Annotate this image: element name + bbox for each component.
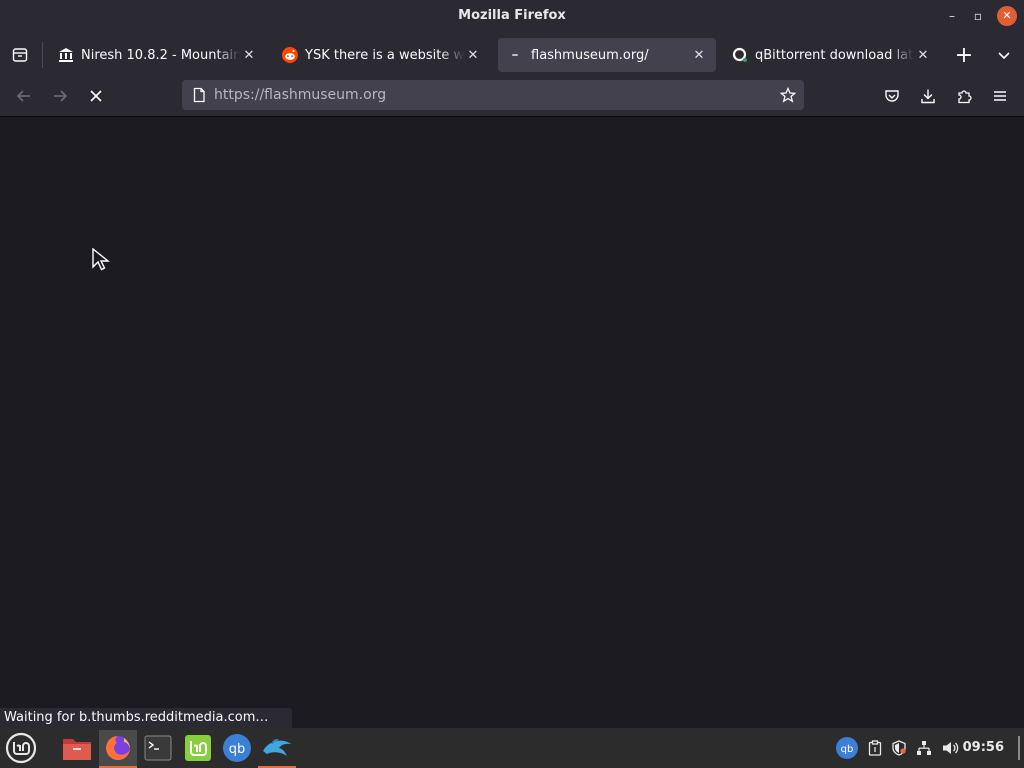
stop-loading-button[interactable] — [82, 82, 110, 110]
puzzle-piece-icon — [958, 90, 972, 104]
page-content[interactable] — [0, 117, 1024, 728]
tab-close-button[interactable]: ✕ — [240, 48, 258, 63]
tab-flashmuseum[interactable]: flashmuseum.org/ ✕ — [498, 38, 716, 72]
url-input[interactable] — [214, 80, 764, 110]
app-menu-button[interactable] — [986, 82, 1014, 110]
tab-label: flashmuseum.org/ — [531, 47, 649, 63]
downloads-button[interactable] — [914, 82, 942, 110]
window-title: Mozilla Firefox — [458, 8, 566, 23]
taskbar-files[interactable] — [58, 730, 96, 766]
minimize-button[interactable]: – — [942, 6, 962, 26]
page-icon — [193, 87, 205, 103]
firefox-icon — [106, 736, 130, 760]
tray-update-manager[interactable] — [888, 728, 910, 768]
mint-menu-button[interactable] — [2, 730, 40, 766]
folder-icon — [63, 739, 91, 760]
firefox-view-button[interactable] — [6, 41, 34, 69]
tab-label: qBittorrent download latest — [755, 47, 914, 63]
tab-niresh[interactable]: Niresh 10.8.2 - Mountain Lion ✕ — [48, 38, 266, 72]
chevron-down-icon — [998, 52, 1010, 60]
tab-close-button[interactable]: ✕ — [914, 48, 932, 63]
taskbar-qbittorrent[interactable]: qb — [218, 730, 256, 766]
taskbar-firefox[interactable] — [99, 730, 137, 768]
tab-close-button[interactable]: ✕ — [464, 48, 482, 63]
stop-icon — [90, 90, 102, 102]
tab-bar: Niresh 10.8.2 - Mountain Lion ✕ YSK ther… — [0, 34, 1024, 76]
network-icon — [917, 741, 931, 755]
mouse-cursor-icon — [92, 248, 110, 271]
dolphin-emulator-icon — [263, 739, 291, 756]
taskbar-dolphin[interactable] — [258, 730, 296, 768]
forward-arrow-icon — [54, 90, 68, 102]
taskbar: qb qb 09:56 — [0, 728, 1024, 768]
extensions-button[interactable] — [950, 82, 978, 110]
qbittorrent-icon: qb — [223, 734, 251, 762]
back-button[interactable] — [10, 82, 38, 110]
back-arrow-icon — [16, 90, 30, 102]
qbittorrent-tray-icon: qb — [836, 737, 858, 759]
hamburger-menu-icon — [994, 91, 1006, 101]
bookmark-star-icon[interactable] — [780, 87, 796, 103]
tab-qbittorrent[interactable]: qBittorrent download latest ✕ — [722, 38, 940, 72]
svg-text:qb: qb — [229, 742, 246, 757]
pocket-icon — [885, 90, 899, 102]
tray-qbittorrent[interactable]: qb — [834, 728, 860, 768]
speaker-volume-icon — [943, 742, 959, 754]
status-panel: Waiting for b.thumbs.redditmedia.com… — [0, 708, 292, 728]
reddit-icon — [282, 47, 298, 63]
taskbar-clock[interactable]: 09:56 — [963, 728, 1004, 768]
tab-reddit[interactable]: YSK there is a website which ✕ — [272, 38, 490, 72]
tab-label: Niresh 10.8.2 - Mountain Lion — [81, 47, 240, 63]
search-engine-icon — [732, 47, 748, 63]
new-tab-button[interactable]: + — [950, 41, 978, 69]
tray-network[interactable] — [913, 728, 935, 768]
show-desktop-button[interactable] — [1018, 736, 1020, 760]
tray-clipboard[interactable] — [864, 728, 886, 768]
navigation-toolbar — [0, 76, 1024, 117]
tray-volume[interactable] — [940, 728, 962, 768]
tab-close-button[interactable]: ✕ — [690, 48, 708, 63]
mint-software-manager-icon — [185, 735, 211, 761]
download-icon — [921, 89, 935, 104]
archive-building-icon — [58, 47, 74, 63]
forward-button[interactable] — [46, 82, 74, 110]
shield-icon — [892, 740, 906, 756]
taskbar-terminal[interactable] — [139, 730, 177, 766]
svg-text:qb: qb — [841, 744, 854, 755]
firefox-view-icon — [12, 48, 28, 62]
loading-dot-icon — [508, 47, 524, 63]
close-window-button[interactable]: ✕ — [997, 6, 1017, 26]
taskbar-mintinstall[interactable] — [179, 730, 217, 766]
terminal-icon — [144, 735, 172, 761]
tab-label: YSK there is a website which — [305, 47, 464, 63]
maximize-button[interactable]: ▫ — [968, 6, 988, 26]
url-bar[interactable] — [182, 80, 804, 110]
pocket-button[interactable] — [878, 82, 906, 110]
window-titlebar: Mozilla Firefox – ▫ ✕ — [0, 0, 1024, 34]
linux-mint-logo-icon — [5, 732, 37, 764]
list-all-tabs-button[interactable] — [990, 41, 1018, 69]
clipboard-icon — [868, 740, 882, 756]
